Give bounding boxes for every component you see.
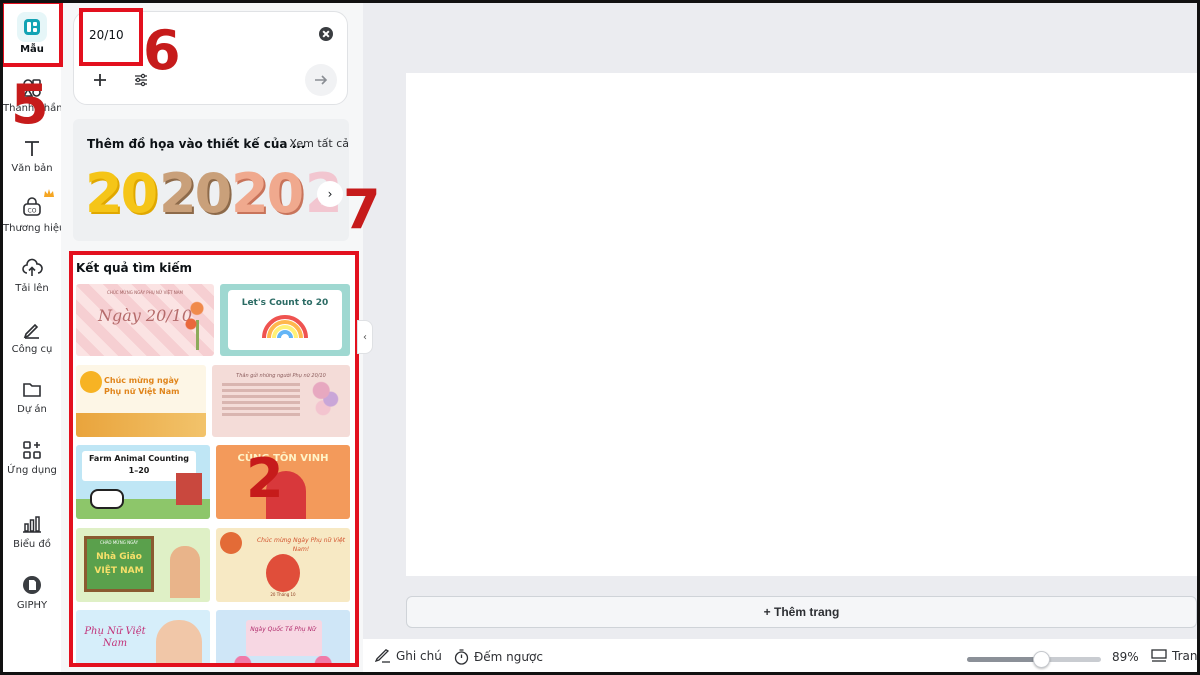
rail-label: Dự án bbox=[17, 404, 47, 415]
rail-item-charts[interactable]: Biểu đồ bbox=[3, 507, 61, 563]
template-thumbnail[interactable]: Ngày Quốc Tế Phụ Nữ bbox=[216, 610, 350, 663]
template-thumbnail[interactable]: Farm Animal Counting 1–20 bbox=[76, 445, 210, 519]
results-title: Kết quả tìm kiếm bbox=[76, 261, 193, 275]
template-title: Phụ Nữ Việt Nam bbox=[84, 626, 146, 649]
design-page[interactable] bbox=[406, 73, 1197, 576]
carousel-next-button[interactable]: › bbox=[317, 181, 343, 207]
filter-icon[interactable] bbox=[133, 72, 149, 88]
zoom-slider-handle[interactable] bbox=[1032, 651, 1050, 668]
template-title: Nhà Giáo VIỆT NAM bbox=[94, 552, 144, 576]
notes-label: Ghi chú bbox=[396, 649, 442, 663]
search-submit-button[interactable] bbox=[305, 64, 337, 96]
notes-icon bbox=[375, 649, 390, 663]
person-illustration bbox=[266, 471, 306, 519]
template-title: Let's Count to 20 bbox=[241, 298, 329, 308]
crown-icon bbox=[44, 189, 54, 197]
template-subtitle: CHÀO MỪNG NGÀY bbox=[99, 540, 139, 545]
rail-label: Tải lên bbox=[15, 283, 49, 294]
canvas-workspace: + Thêm trang Ghi chú Đếm ngược 89% Trang bbox=[363, 3, 1200, 672]
search-results: Kết quả tìm kiếm CHÚC MỪNG NGÀY PHỤ NỮ V… bbox=[69, 251, 359, 667]
barn-illustration bbox=[176, 473, 202, 505]
rail-label: Thành phần bbox=[3, 103, 63, 114]
brand-icon: CO bbox=[23, 197, 41, 216]
apps-icon bbox=[23, 441, 41, 459]
see-all-link[interactable]: Xem tất cả bbox=[289, 137, 349, 150]
woman-illustration bbox=[266, 554, 300, 592]
rail-item-projects[interactable]: Dự án bbox=[3, 372, 61, 428]
cow-illustration bbox=[90, 489, 124, 509]
rail-label: Văn bản bbox=[11, 163, 53, 174]
rainbow-illustration bbox=[262, 315, 308, 339]
add-page-button[interactable]: + Thêm trang bbox=[406, 596, 1197, 628]
arrow-right-icon bbox=[315, 75, 328, 85]
zoom-value[interactable]: 89% bbox=[1112, 650, 1139, 664]
rail-item-tools[interactable]: Công cụ bbox=[3, 312, 61, 368]
rail-item-elements[interactable]: Thành phần bbox=[3, 71, 63, 127]
zoom-slider[interactable] bbox=[967, 651, 1101, 668]
teacher-illustration bbox=[170, 546, 200, 598]
clear-search-icon[interactable] bbox=[319, 27, 333, 41]
giphy-icon bbox=[23, 576, 41, 594]
template-title: Chúc mừng Ngày Phụ nữ Việt Nam! bbox=[256, 537, 346, 553]
search-box[interactable]: 20/10 bbox=[73, 11, 348, 105]
rail-item-upload[interactable]: Tải lên bbox=[3, 251, 61, 307]
timer-icon bbox=[454, 649, 469, 665]
rail-label: Biểu đồ bbox=[13, 539, 51, 550]
flower-illustration bbox=[306, 373, 344, 431]
rail-item-brand[interactable]: CO Thương hiệu bbox=[3, 189, 66, 247]
template-thumbnail[interactable]: CHÚC MỪNG NGÀY PHỤ NỮ VIỆT NAM Ngày 20/1… bbox=[76, 284, 214, 356]
rail-item-apps[interactable]: Ứng dụng bbox=[3, 433, 61, 489]
graphic-item[interactable]: 20 bbox=[231, 159, 304, 229]
template-subtitle: 20 Tháng 10 bbox=[270, 592, 296, 597]
pages-button[interactable]: Trang bbox=[1151, 649, 1200, 663]
chevron-left-icon: ‹ bbox=[363, 331, 367, 343]
bottom-toolbar: Ghi chú Đếm ngược 89% Trang bbox=[363, 639, 1200, 672]
notes-button[interactable]: Ghi chú bbox=[375, 649, 442, 663]
rail-label: Ứng dụng bbox=[7, 465, 57, 476]
folder-icon bbox=[23, 383, 41, 397]
rail-item-templates[interactable]: Mẫu bbox=[3, 11, 61, 67]
template-title: Ngày Quốc Tế Phụ Nữ bbox=[250, 626, 316, 633]
chart-icon bbox=[23, 516, 41, 533]
graphic-item[interactable]: 20 bbox=[159, 159, 232, 229]
template-thumbnail[interactable]: Let's Count to 20 bbox=[220, 284, 350, 356]
template-title: Chúc mừng ngày Phụ nữ Việt Nam bbox=[104, 376, 180, 396]
template-thumbnail[interactable]: Thân gửi những người Phụ nữ 20/10 bbox=[212, 365, 350, 437]
graphics-title: Thêm đồ họa vào thiết kế của ... bbox=[87, 137, 306, 151]
svg-text:CO: CO bbox=[28, 208, 37, 215]
search-input[interactable]: 20/10 bbox=[89, 28, 124, 42]
rail-item-text[interactable]: Văn bản bbox=[3, 131, 61, 187]
timer-label: Đếm ngược bbox=[474, 650, 543, 664]
templates-icon bbox=[17, 12, 47, 42]
template-thumbnail[interactable]: CÙNG TÔN VINH bbox=[216, 445, 350, 519]
upload-icon bbox=[22, 258, 43, 276]
rail-label: Mẫu bbox=[20, 44, 44, 55]
rail-item-giphy[interactable]: GIPHY bbox=[3, 568, 61, 624]
text-icon bbox=[25, 141, 39, 156]
left-rail: Mẫu Thành phần Văn bản CO Thương hiệu Tả… bbox=[3, 3, 66, 672]
rail-label: Thương hiệu bbox=[3, 223, 66, 234]
women-photo bbox=[156, 620, 202, 663]
template-thumbnail[interactable]: Chúc mừng Ngày Phụ nữ Việt Nam! 20 Tháng… bbox=[216, 528, 350, 602]
template-subtitle: CHÚC MỪNG NGÀY PHỤ NỮ VIỆT NAM bbox=[107, 290, 183, 295]
plus-icon[interactable] bbox=[92, 72, 108, 88]
timer-button[interactable]: Đếm ngược bbox=[454, 649, 543, 665]
collapse-panel-button[interactable]: ‹ bbox=[357, 320, 373, 354]
pages-icon bbox=[1151, 649, 1167, 662]
template-title: CÙNG TÔN VINH bbox=[237, 453, 329, 464]
template-thumbnail[interactable]: Chúc mừng ngày Phụ nữ Việt Nam bbox=[76, 365, 206, 437]
tulip-illustration bbox=[182, 298, 212, 350]
elements-icon bbox=[22, 79, 41, 97]
side-panel: 20/10 Thêm đồ họa vào thiết kế của ... X… bbox=[61, 3, 363, 672]
template-thumbnail[interactable]: CHÀO MỪNG NGÀY Nhà Giáo VIỆT NAM bbox=[76, 528, 210, 602]
tools-icon bbox=[23, 323, 39, 339]
zoom-slider-fill bbox=[967, 657, 1041, 662]
pages-label: Trang bbox=[1172, 649, 1200, 663]
chevron-right-icon: › bbox=[327, 187, 333, 201]
graphics-section: Thêm đồ họa vào thiết kế của ... Xem tất… bbox=[73, 119, 349, 241]
template-thumbnail[interactable]: Phụ Nữ Việt Nam bbox=[76, 610, 210, 663]
graphic-item[interactable]: 20 bbox=[85, 159, 158, 229]
rail-label: Công cụ bbox=[11, 344, 53, 355]
rail-label: GIPHY bbox=[16, 600, 48, 611]
